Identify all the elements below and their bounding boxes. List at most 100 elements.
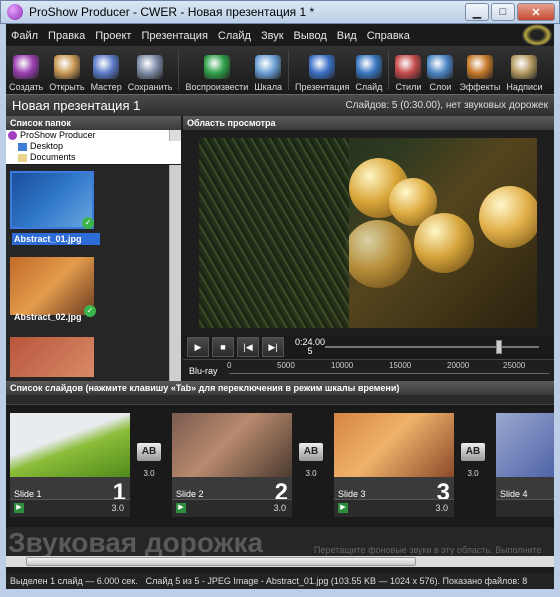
- slides-header: Список слайдов (нажмите клавишу «Tab» дл…: [6, 381, 554, 395]
- slide-duration[interactable]: 3.0: [111, 503, 124, 513]
- folder-label: Documents: [30, 152, 76, 162]
- menu-output[interactable]: Вывод: [289, 30, 332, 42]
- toolbar-button-10[interactable]: Эффекты: [456, 48, 503, 94]
- folder-item-documents[interactable]: Documents: [6, 152, 181, 163]
- toolbar-label: Презентация: [294, 82, 350, 92]
- toolbar-label: Воспроизвести: [185, 82, 249, 92]
- menu-show[interactable]: Презентация: [136, 30, 212, 42]
- audio-track-title: Звуковая дорожка: [8, 527, 264, 558]
- file-name-1[interactable]: Abstract_01.jpg: [12, 233, 100, 245]
- transition-3[interactable]: AB 3.0: [458, 443, 488, 478]
- toolbar-button-11[interactable]: Надписи: [503, 48, 545, 94]
- slide-3[interactable]: Slide 3 3 ▶ 3.0: [334, 413, 454, 517]
- toolbar-label: Создать: [9, 82, 44, 92]
- slide-play-icon[interactable]: ▶: [176, 503, 186, 513]
- slide-thumbnail: [334, 413, 454, 477]
- transport-bar: ▶ ■ |◀ ▶| 0:24.00 5: [183, 335, 554, 359]
- ruler-line: [229, 373, 549, 374]
- menu-slide[interactable]: Слайд: [213, 30, 256, 42]
- ornament-ball: [414, 213, 474, 273]
- menu-edit[interactable]: Правка: [43, 30, 90, 42]
- transition-ab-icon[interactable]: AB: [137, 443, 161, 461]
- file-thumb-1[interactable]: ✓: [10, 171, 94, 229]
- slide-2[interactable]: Slide 2 2 ▶ 3.0: [172, 413, 292, 517]
- stop-icon[interactable]: ■: [212, 337, 234, 357]
- preview-header: Область просмотра: [183, 116, 554, 130]
- check-icon: ✓: [82, 217, 94, 229]
- main-toolbar: Создать Открыть Мастер Сохранить Воспроизвес…: [6, 46, 554, 94]
- maximize-button[interactable]: □: [491, 3, 515, 21]
- menu-file[interactable]: Файл: [6, 30, 43, 42]
- toolbar-button-7[interactable]: Слайд: [352, 48, 385, 94]
- menu-audio[interactable]: Звук: [256, 30, 289, 42]
- transition-2[interactable]: AB 3.0: [296, 443, 326, 478]
- transition-duration[interactable]: 3.0: [134, 469, 164, 478]
- toolbar-button-1[interactable]: Открыть: [46, 48, 87, 94]
- proshow-app-icon: [7, 4, 23, 20]
- minimize-button[interactable]: ▁: [465, 3, 489, 21]
- file-list[interactable]: ✓ Abstract_01.jpg ✓ Abstract_02.jpg: [6, 165, 181, 381]
- seek-knob[interactable]: [496, 340, 502, 354]
- project-bar: Новая презентация 1 Слайдов: 5 (0:30.00)…: [6, 94, 554, 116]
- folder-item-proshow[interactable]: ProShow Producer: [6, 130, 181, 141]
- scrollbar-thumb[interactable]: [26, 557, 416, 566]
- toolbar-button-0[interactable]: Создать: [6, 48, 46, 94]
- toolbar-button-6[interactable]: Презентация: [292, 48, 352, 94]
- transition-ab-icon[interactable]: AB: [299, 443, 323, 461]
- file-scrollbar[interactable]: [169, 165, 181, 381]
- format-label: Blu-ray: [189, 366, 218, 376]
- folder-tree[interactable]: ProShow Producer Desktop Documents: [6, 130, 181, 164]
- slide-duration[interactable]: 3.0: [435, 503, 448, 513]
- documents-folder-icon: [18, 153, 27, 162]
- window-frame-bottom: [0, 589, 560, 597]
- menu-help[interactable]: Справка: [362, 30, 415, 42]
- folder-label: Desktop: [30, 141, 64, 151]
- file-name-2[interactable]: Abstract_02.jpg: [12, 311, 100, 323]
- toolbar-button-3[interactable]: Сохранить: [125, 48, 176, 94]
- menu-project[interactable]: Проект: [90, 30, 136, 42]
- folder-scrollbar[interactable]: [169, 130, 181, 141]
- file-thumb-3[interactable]: [10, 337, 94, 377]
- slide-duration[interactable]: 3.0: [273, 503, 286, 513]
- menu-view[interactable]: Вид: [332, 30, 362, 42]
- slide-4[interactable]: Slide 4: [496, 413, 554, 517]
- slide-play-icon[interactable]: ▶: [338, 503, 348, 513]
- ornament-ball: [479, 186, 537, 248]
- slide-list[interactable]: Slide 1 1 ▶ 3.0 AB 3.0 Slide 2 2 ▶ 3.0 A…: [6, 405, 554, 527]
- preview-area: [183, 130, 554, 335]
- horizontal-scrollbar[interactable]: [6, 556, 554, 567]
- close-button[interactable]: ✕: [517, 3, 555, 21]
- ruler-tick: 20000: [447, 361, 470, 370]
- toolbar-button-2[interactable]: Мастер: [88, 48, 125, 94]
- toolbar-icon: [93, 55, 120, 79]
- play-icon[interactable]: ▶: [187, 337, 209, 357]
- toolbar-icon: [309, 55, 336, 79]
- slide-play-icon[interactable]: ▶: [14, 503, 24, 513]
- audio-track-hint: Перетащите фоновые звуки в эту область. …: [314, 545, 542, 555]
- slide-1[interactable]: Slide 1 1 ▶ 3.0: [10, 413, 130, 517]
- toolbar-button-8[interactable]: Стили: [392, 48, 424, 94]
- transition-ab-icon[interactable]: AB: [461, 443, 485, 461]
- toolbar-separator: [178, 50, 180, 90]
- toolbar-button-4[interactable]: Воспроизвести: [182, 48, 251, 94]
- prev-icon[interactable]: |◀: [237, 337, 259, 357]
- transition-duration[interactable]: 3.0: [296, 469, 326, 478]
- slide-name: Slide 2: [176, 489, 204, 499]
- file-thumb-2[interactable]: ✓: [10, 257, 96, 317]
- toolbar-button-5[interactable]: Шкала: [251, 48, 285, 94]
- toolbar-label: Надписи: [506, 82, 543, 92]
- status-selection: Выделен 1 слайд — 6.000 сек.: [10, 576, 138, 586]
- seek-track[interactable]: [325, 346, 539, 348]
- transition-duration[interactable]: 3.0: [458, 469, 488, 478]
- toolbar-separator: [287, 50, 289, 90]
- toolbar-icon: [395, 55, 422, 79]
- next-icon[interactable]: ▶|: [262, 337, 284, 357]
- bitrate-ruler: Blu-ray 0 5000 10000 15000 20000 25000: [183, 359, 554, 381]
- title-bar: ProShow Producer - CWER - Новая презента…: [0, 0, 560, 24]
- toolbar-button-9[interactable]: Слои: [424, 48, 456, 94]
- folders-header: Список папок: [6, 116, 181, 130]
- transition-1[interactable]: AB 3.0: [134, 443, 164, 478]
- folder-item-desktop[interactable]: Desktop: [6, 141, 181, 152]
- toolbar-icon: [355, 55, 382, 79]
- pine-branches: [199, 138, 349, 328]
